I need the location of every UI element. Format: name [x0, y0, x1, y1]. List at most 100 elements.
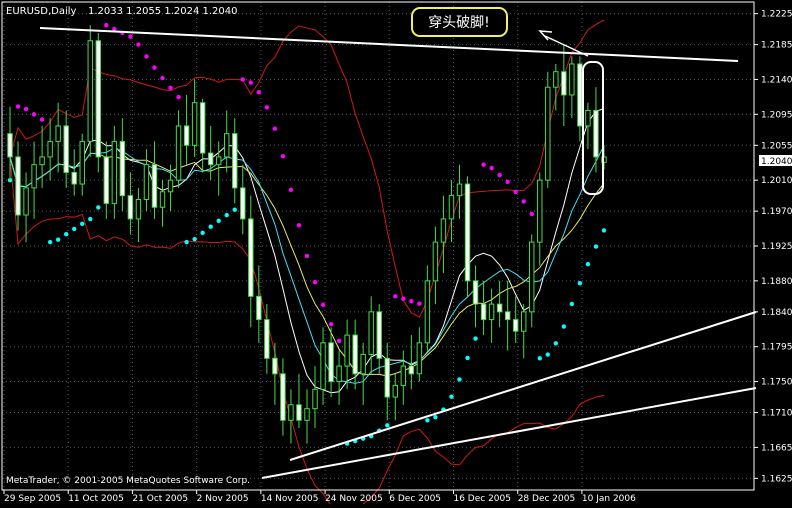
sar-dot: [585, 261, 591, 267]
sar-dot: [208, 224, 213, 229]
sar-dot: [320, 302, 326, 307]
candle-body: [328, 342, 334, 383]
chart-canvas: 1.2225 1.2185 1.2140 1.2095 1.2055 1.2010 1.19…: [0, 0, 792, 508]
sar-dot: [104, 23, 109, 28]
sar-dot: [393, 294, 398, 299]
sar-dot: [497, 172, 502, 178]
candle-body: [529, 241, 535, 313]
candle-body: [448, 195, 455, 220]
candle-body: [336, 365, 342, 383]
candle-body: [167, 179, 174, 193]
sar-dot: [240, 77, 245, 82]
sar-dot: [312, 279, 318, 285]
candle-body: [553, 71, 559, 88]
candle-body: [23, 187, 29, 216]
candle-body: [248, 218, 254, 297]
x-tick-label: 14 Nov 2005: [261, 494, 319, 504]
candle-body: [207, 152, 214, 166]
x-tick-label: 24 Nov 2005: [325, 494, 383, 504]
candle-body: [416, 342, 423, 375]
candle-body: [344, 334, 350, 367]
sar-dot: [264, 105, 270, 110]
candle-body: [151, 164, 158, 208]
y-tick-label: 1.2055: [761, 141, 792, 151]
sar-dot: [55, 237, 61, 242]
y-tick-label: 1.1840: [761, 308, 792, 318]
candle-body: [392, 384, 398, 398]
y-tick-label: 1.1970: [761, 207, 792, 217]
sar-dot: [136, 42, 141, 47]
candle: [545, 71, 551, 188]
y-tick-label: 1.1750: [761, 378, 792, 388]
candle-body: [191, 102, 198, 146]
candle-body: [111, 140, 118, 204]
sar-dot: [505, 179, 510, 184]
sar-dot: [248, 80, 253, 85]
sar-dot: [481, 162, 486, 167]
candle-body: [496, 303, 503, 313]
sar-dot: [449, 394, 454, 399]
chart-header: EURUSD,Daily: [6, 6, 77, 17]
candle-body: [264, 319, 270, 359]
sar-dot: [577, 281, 583, 286]
sar-dot: [401, 296, 406, 302]
candle-body: [593, 109, 599, 158]
candle-body: [256, 295, 262, 321]
sar-dot: [160, 75, 165, 81]
sar-dot: [409, 299, 414, 304]
candle-body: [512, 319, 519, 332]
sar-dot: [553, 341, 559, 346]
sar-dot: [601, 228, 607, 233]
candle-body: [312, 388, 318, 410]
candle-body: [577, 63, 583, 127]
sar-dot: [304, 253, 310, 259]
y-tick-label: 1.1795: [761, 343, 792, 353]
y-tick-label: 1.2185: [761, 41, 792, 51]
candle-body: [352, 334, 358, 375]
sar-dot: [521, 199, 526, 204]
candle-body: [199, 102, 206, 154]
y-tick-label: 1.1925: [761, 242, 792, 252]
candle-body: [183, 125, 190, 146]
sar-dot: [184, 239, 189, 245]
y-tick-label: 1.2140: [761, 75, 792, 85]
candle-body: [440, 218, 447, 243]
candle-body: [15, 156, 21, 216]
y-tick-label: 1.1665: [761, 443, 792, 453]
candle: [87, 25, 93, 157]
sar-dot: [152, 65, 157, 70]
sar-dot: [465, 355, 470, 361]
sar-dot: [31, 112, 37, 117]
candle-body: [520, 311, 527, 332]
sar-dot: [23, 106, 29, 112]
candle-body: [376, 311, 382, 359]
sar-dot: [80, 221, 85, 227]
y-tick-label: 1.2010: [761, 176, 792, 186]
candle-body: [79, 140, 85, 185]
sar-dot: [192, 236, 197, 242]
x-tick-label: 10 Jan 2006: [582, 494, 636, 504]
x-tick-label: 2 Nov 2005: [197, 494, 249, 504]
y-tick-label: 1.1880: [761, 277, 792, 287]
candle-body: [288, 404, 294, 421]
sar-dot: [200, 230, 205, 235]
sar-dot: [385, 423, 390, 428]
sar-dot: [72, 226, 77, 232]
sar-dot: [473, 336, 478, 341]
sar-dot: [128, 34, 133, 39]
y-tick-label: 1.2225: [761, 10, 792, 20]
candle-body: [585, 109, 591, 127]
candle-body: [296, 404, 302, 421]
sar-dot: [433, 414, 438, 420]
candle-body: [432, 241, 439, 282]
candle-body: [408, 365, 415, 375]
sar-dot: [545, 352, 550, 357]
candle-body: [488, 303, 495, 321]
candle-body: [240, 187, 246, 220]
candle-body: [71, 171, 77, 185]
sar-dot: [168, 85, 173, 91]
sar-dot: [513, 189, 518, 195]
callout-text: 穿头破脚!: [428, 15, 490, 31]
sar-dot: [216, 218, 221, 223]
candle-body: [280, 373, 286, 421]
